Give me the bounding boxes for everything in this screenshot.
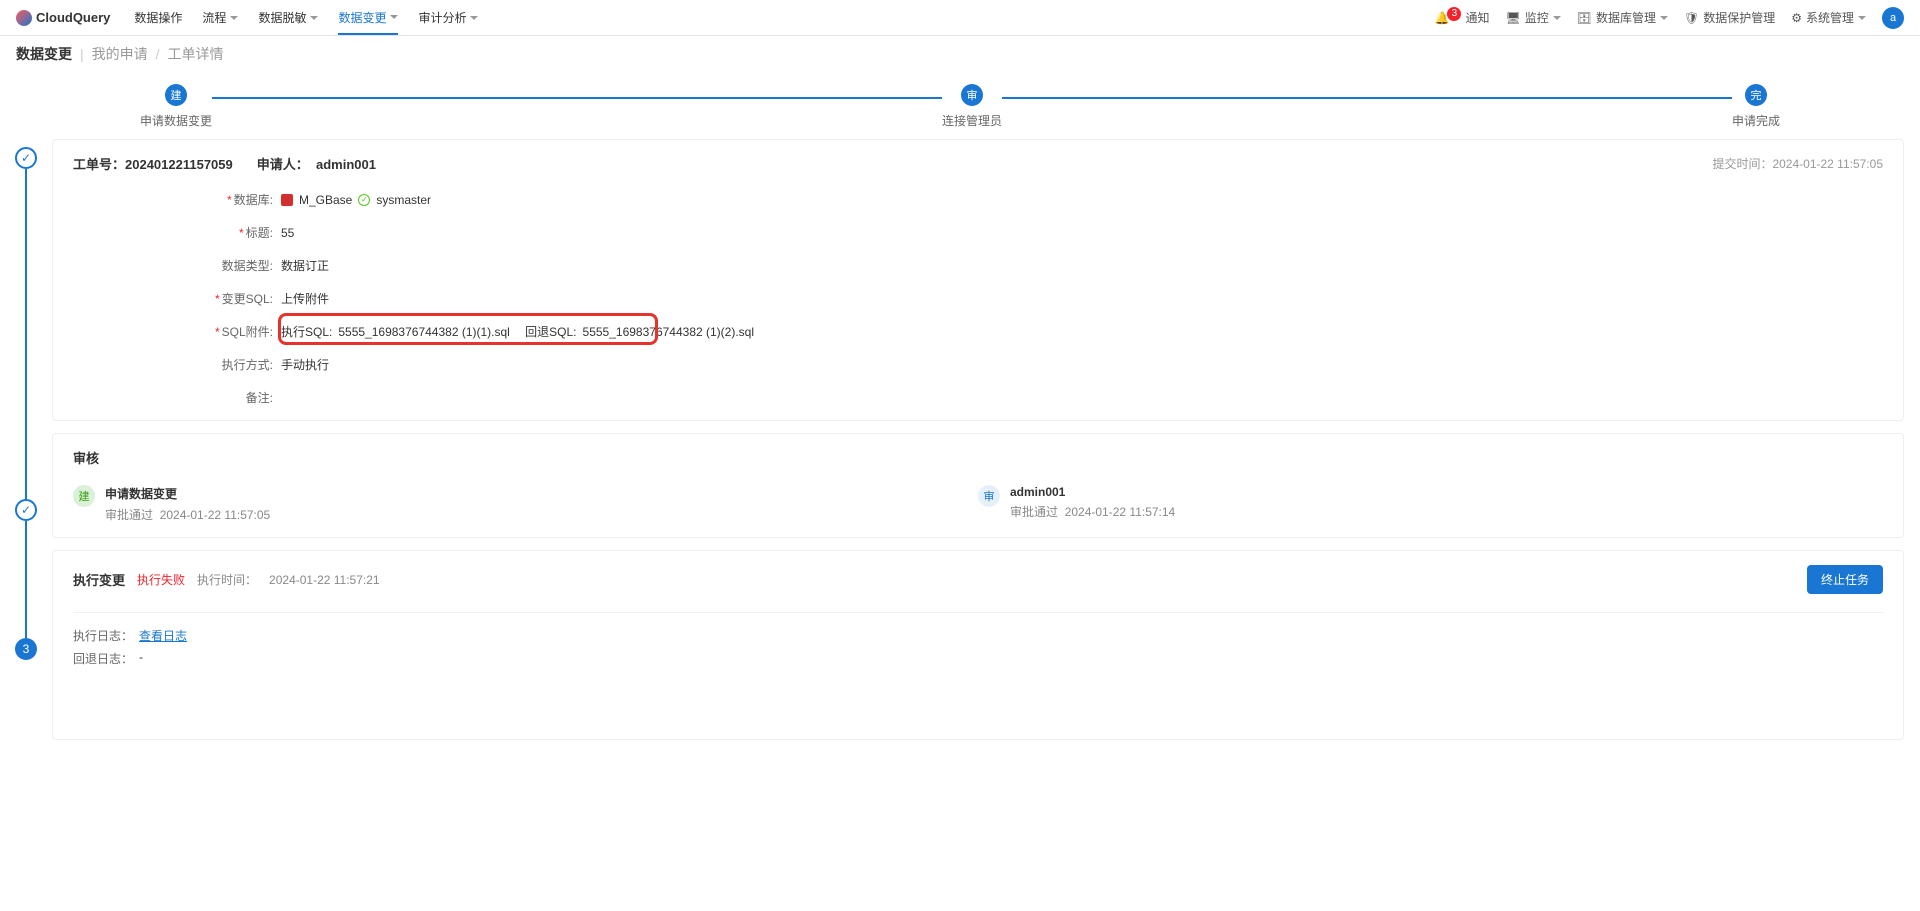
field-sql-attach: *SQL附件: 执行SQL: 5555_1698376744382 (1)(1)… [203,323,1883,340]
chevron-down-icon [1858,16,1866,20]
step-progress: 建 申请数据变更 审 连接管理员 完 申请完成 [0,72,1920,135]
audit-entry-apply: 建 申请数据变更 审批通过 2024-01-22 11:57:05 [73,485,978,523]
shield-icon [1684,11,1699,25]
nav-audit[interactable]: 审计分析 [418,1,478,35]
field-type: 数据类型: 数据订正 [203,257,1883,274]
bc-detail: 工单详情 [168,44,224,64]
view-exec-log-link[interactable]: 查看日志 [139,627,187,644]
nav-items: 数据操作 流程 数据脱敏 数据变更 审计分析 [134,1,478,35]
exec-time: 2024-01-22 11:57:21 [269,573,380,587]
breadcrumb: 数据变更 | 我的申请 / 工单详情 [0,36,1920,72]
step-line [212,97,942,99]
bc-my-apply[interactable]: 我的申请 [92,44,148,64]
timeline-step-3: 3 [15,638,37,660]
field-change-sql: *变更SQL: 上传附件 [203,290,1883,307]
nav-data-mask[interactable]: 数据脱敏 [258,1,318,35]
chevron-down-icon [1553,16,1561,20]
field-remark: 备注: [203,389,1883,406]
panel-audit: 审核 建 申请数据变更 审批通过 2024-01-22 11:57:05 审 a… [52,433,1904,538]
step-done: 完 申请完成 [1732,84,1780,129]
audit-entry-reviewer: 审 admin001 审批通过 2024-01-22 11:57:14 [978,485,1883,523]
field-title: *标题: 55 [203,224,1883,241]
nav-data-ops[interactable]: 数据操作 [134,1,182,35]
monitor-button[interactable]: 监控 [1505,9,1560,26]
stop-task-button[interactable]: 终止任务 [1807,565,1883,594]
notice-badge: 3 [1447,7,1461,21]
chevron-down-icon [230,16,238,20]
chevron-down-icon [470,16,478,20]
panels: 工单号：202401221157059 申请人： admin001 提交时间：2… [52,139,1904,740]
panel-order-info: 工单号：202401221157059 申请人： admin001 提交时间：2… [52,139,1904,421]
logo[interactable]: CloudQuery [16,10,110,26]
timeline: ✓ ✓ 3 [8,139,44,740]
sysmgmt-button[interactable]: 系统管理 [1791,9,1866,26]
exec-status: 执行失败 [137,571,185,588]
page-title: 数据变更 [16,44,72,64]
logo-icon [16,10,32,26]
submit-time: 2024-01-22 11:57:05 [1772,157,1883,171]
dbmgmt-button[interactable]: 数据库管理 [1577,9,1668,26]
rollback-log-row: 回退日志： - [73,650,1883,667]
applicant: admin001 [316,157,376,172]
avatar[interactable]: a [1882,7,1904,29]
exec-log-row: 执行日志： 查看日志 [73,627,1883,644]
timeline-step-1: ✓ [15,147,37,169]
field-exec-mode: 执行方式: 手动执行 [203,356,1883,373]
dataprotect-button[interactable]: 数据保护管理 [1684,9,1775,26]
timeline-step-2: ✓ [15,499,37,521]
nav-flow[interactable]: 流程 [202,1,238,35]
chevron-down-icon [310,16,318,20]
nav-left: CloudQuery 数据操作 流程 数据脱敏 数据变更 审计分析 [16,1,478,35]
step-line [1002,97,1732,99]
chevron-down-icon [390,15,398,19]
step-audit: 审 连接管理员 [942,84,1002,129]
exec-sql-file[interactable]: 5555_1698376744382 (1)(1).sql [338,325,509,339]
chevron-down-icon [1660,16,1668,20]
verified-icon: ✓ [358,194,370,206]
audit-badge-apply: 建 [73,485,95,507]
top-navbar: CloudQuery 数据操作 流程 数据脱敏 数据变更 审计分析 3 通知 监… [0,0,1920,36]
panel-exec: 执行变更 执行失败 执行时间： 2024-01-22 11:57:21 终止任务… [52,550,1904,740]
order-no: 202401221157059 [125,157,233,172]
step-apply: 建 申请数据变更 [140,84,212,129]
main-content: ✓ ✓ 3 工单号：202401221157059 申请人： admin001 … [0,135,1920,760]
field-database: *数据库: M_GBase ✓ sysmaster [203,191,1883,208]
rollback-sql-file[interactable]: 5555_1698376744382 (1)(2).sql [583,325,754,339]
db-engine-icon [281,194,293,206]
monitor-icon [1505,11,1520,25]
notice-button[interactable]: 3 通知 [1435,9,1490,26]
gear-icon [1791,11,1802,25]
database-icon [1577,11,1592,25]
audit-badge-reviewer: 审 [978,485,1000,507]
nav-data-change[interactable]: 数据变更 [338,1,398,35]
brand-text: CloudQuery [36,10,110,25]
nav-right: 3 通知 监控 数据库管理 数据保护管理 系统管理 a [1435,7,1905,29]
